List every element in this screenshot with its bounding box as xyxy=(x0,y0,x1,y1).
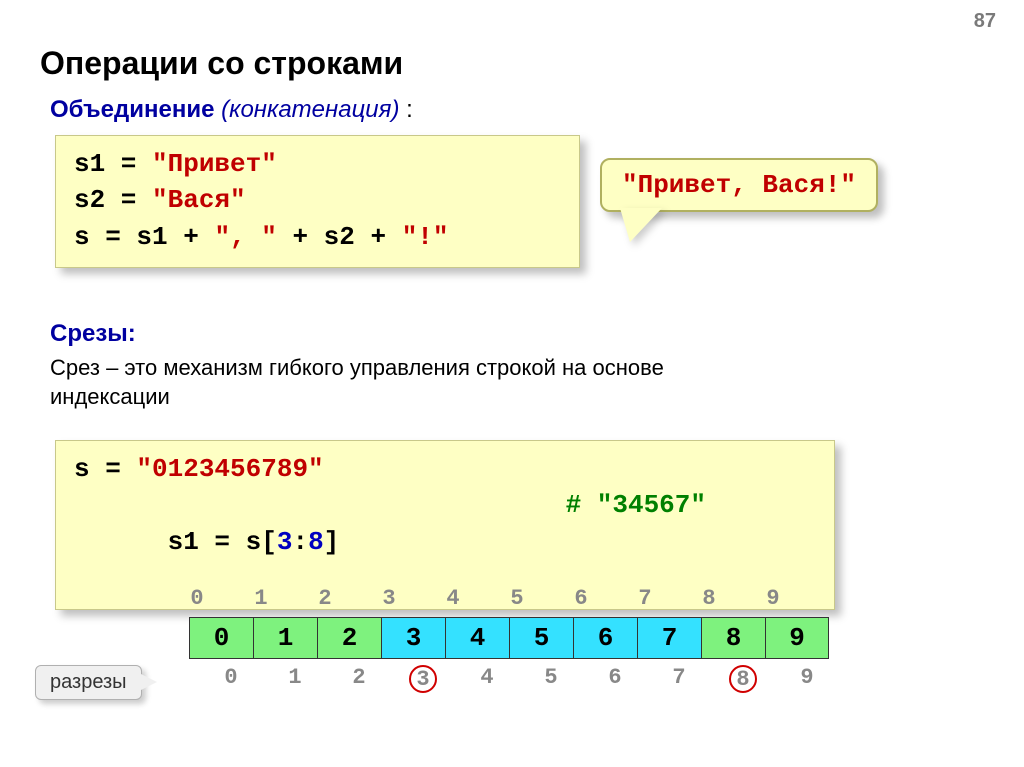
circle-marker-icon: 8 xyxy=(729,665,757,693)
index-row-bottom: 0 1 2 3 4 5 6 7 8 9 xyxy=(199,665,929,693)
index-top: 7 xyxy=(613,586,677,611)
cell: 1 xyxy=(253,617,317,659)
code-string: "Привет" xyxy=(152,149,277,179)
code-text: s = xyxy=(74,454,136,484)
cell-selected: 7 xyxy=(637,617,701,659)
code-text: ] xyxy=(324,527,340,557)
code-text: s1 = xyxy=(74,149,152,179)
cell-selected: 5 xyxy=(509,617,573,659)
index-top: 9 xyxy=(741,586,805,611)
index-bot: 5 xyxy=(519,665,583,693)
cell-selected: 6 xyxy=(573,617,637,659)
index-top: 3 xyxy=(357,586,421,611)
index-bot: 9 xyxy=(775,665,839,693)
index-top: 1 xyxy=(229,586,293,611)
code-line: s = "0123456789" xyxy=(74,451,816,487)
section-concat-heading: Объединение (конкатенация) : xyxy=(50,96,413,124)
code-block-slice: s = "0123456789" s1 = s[3:8] # "34567" xyxy=(55,440,835,610)
cell: 2 xyxy=(317,617,381,659)
concat-label-italic: (конкатенация) xyxy=(221,96,399,123)
code-string: "Вася" xyxy=(152,185,246,215)
index-bot: 1 xyxy=(263,665,327,693)
index-top: 8 xyxy=(677,586,741,611)
cell: 9 xyxy=(765,617,829,659)
section-slices-desc: Срез – это механизм гибкого управления с… xyxy=(50,354,770,411)
section-slices-heading: Срезы: xyxy=(50,320,136,348)
code-text: s1 = s[ xyxy=(168,527,277,557)
circle-marker-icon: 3 xyxy=(409,665,437,693)
cells-row: 0 1 2 3 4 5 6 7 8 9 xyxy=(189,617,929,659)
index-bot: 0 xyxy=(199,665,263,693)
code-text: s = s1 + xyxy=(74,222,214,252)
index-bot: 2 xyxy=(327,665,391,693)
index-bot: 7 xyxy=(647,665,711,693)
index-row-top: 0 1 2 3 4 5 6 7 8 9 xyxy=(165,586,929,611)
code-number: 8 xyxy=(308,527,324,557)
concat-colon: : xyxy=(399,96,412,123)
code-number: 3 xyxy=(277,527,293,557)
code-comment: # "34567" xyxy=(566,487,816,596)
index-bot: 3 xyxy=(391,665,455,693)
index-bot: 8 xyxy=(711,665,775,693)
result-callout: "Привет, Вася!" xyxy=(600,158,878,212)
code-line: s = s1 + ", " + s2 + "!" xyxy=(74,219,561,255)
index-top: 5 xyxy=(485,586,549,611)
code-string: ", " xyxy=(214,222,276,252)
cuts-label-callout: разрезы xyxy=(35,665,142,700)
code-string: "!" xyxy=(402,222,449,252)
code-string: "0123456789" xyxy=(136,454,323,484)
page-number: 87 xyxy=(974,10,996,33)
code-line: s2 = "Вася" xyxy=(74,182,561,218)
code-text: : xyxy=(292,527,308,557)
code-line: s1 = "Привет" xyxy=(74,146,561,182)
cell-selected: 4 xyxy=(445,617,509,659)
code-line: s1 = s[3:8] # "34567" xyxy=(74,487,816,596)
page-title: Операции со строками xyxy=(40,45,403,82)
index-top: 6 xyxy=(549,586,613,611)
concat-label-bold: Объединение xyxy=(50,96,214,123)
code-text: s2 = xyxy=(74,185,152,215)
cell-selected: 3 xyxy=(381,617,445,659)
code-text: + s2 + xyxy=(277,222,402,252)
code-block-concat: s1 = "Привет" s2 = "Вася" s = s1 + ", " … xyxy=(55,135,580,268)
index-bot: 4 xyxy=(455,665,519,693)
index-top: 2 xyxy=(293,586,357,611)
index-bot: 6 xyxy=(583,665,647,693)
index-top: 0 xyxy=(165,586,229,611)
cell: 8 xyxy=(701,617,765,659)
index-diagram: 0 1 2 3 4 5 6 7 8 9 0 1 2 3 4 5 6 7 8 9 … xyxy=(189,586,929,693)
cell: 0 xyxy=(189,617,253,659)
index-top: 4 xyxy=(421,586,485,611)
